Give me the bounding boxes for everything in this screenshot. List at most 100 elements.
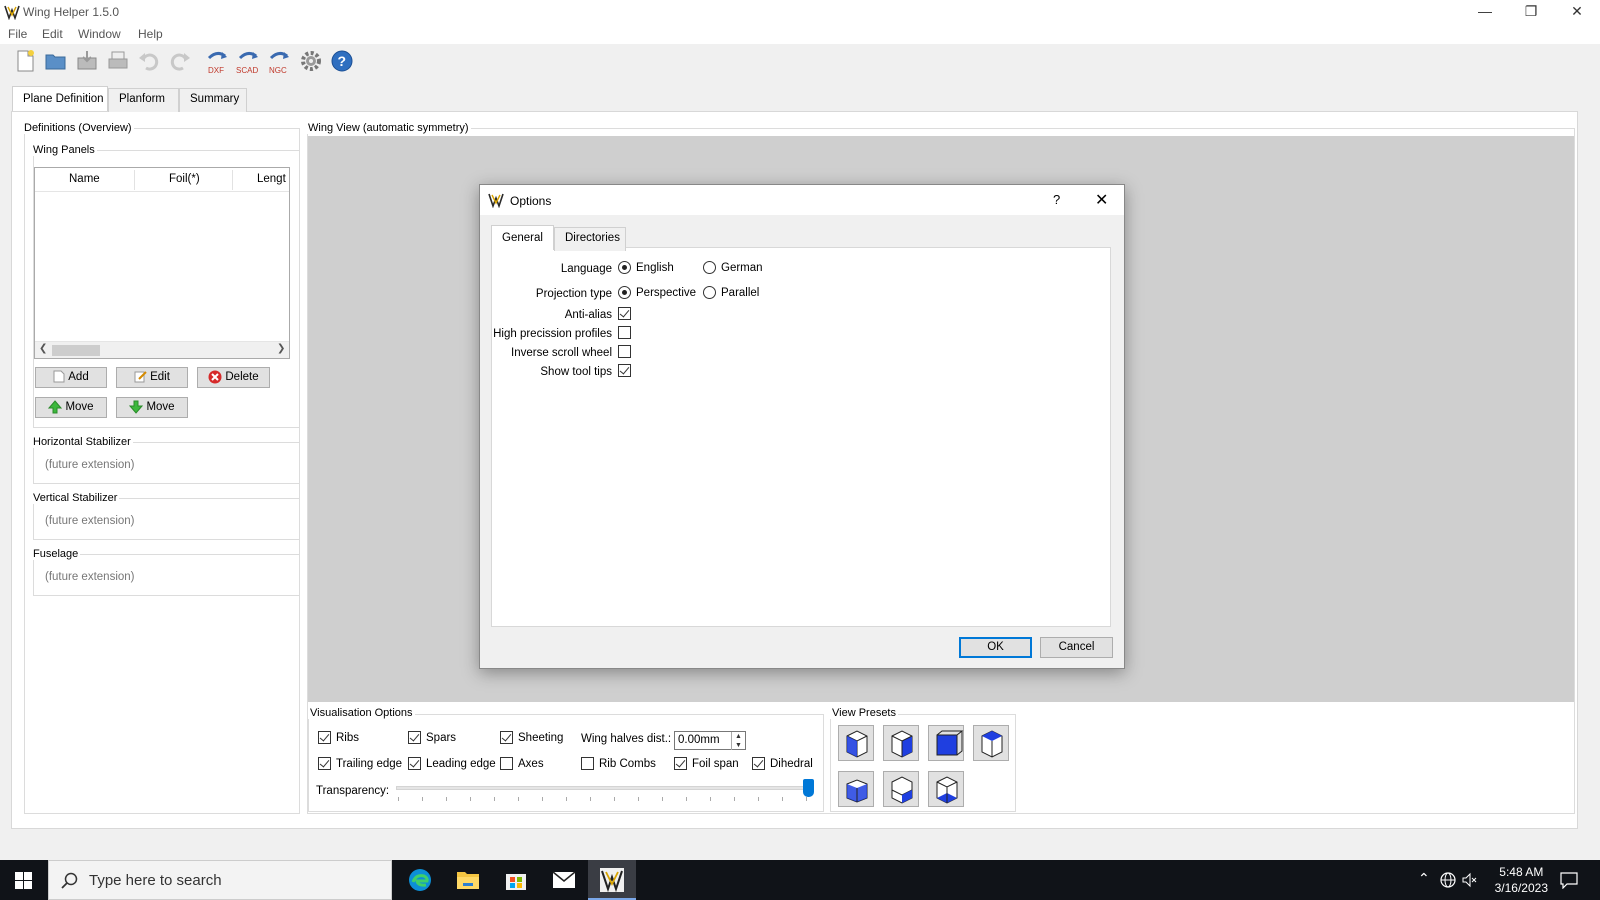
- view-preset-button-4[interactable]: [973, 725, 1009, 761]
- menu-file[interactable]: File: [8, 27, 27, 41]
- notifications-icon[interactable]: [1560, 872, 1578, 889]
- wing-halves-spinbox[interactable]: 0.00mm ▲ ▼: [674, 731, 746, 750]
- chevron-up-icon[interactable]: ⌃: [1418, 870, 1430, 887]
- cancel-button[interactable]: Cancel: [1040, 637, 1113, 658]
- mail-icon[interactable]: [540, 860, 588, 900]
- slider-tick: [566, 797, 567, 801]
- tab-plane-definition[interactable]: Plane Definition: [12, 86, 108, 111]
- print-icon[interactable]: [105, 48, 131, 74]
- delete-button[interactable]: Delete: [197, 367, 270, 388]
- scroll-thumb[interactable]: [52, 345, 100, 356]
- minimize-button[interactable]: —: [1462, 0, 1508, 24]
- options-close-button[interactable]: ✕: [1095, 190, 1108, 210]
- language-german-radio[interactable]: German: [703, 261, 763, 274]
- redo-icon[interactable]: [167, 48, 193, 74]
- taskbar-clock[interactable]: 5:48 AM 3/16/2023: [1495, 864, 1548, 896]
- trailing-edge-checkbox[interactable]: Trailing edge: [318, 757, 402, 770]
- rib-combs-check-box[interactable]: [581, 757, 594, 770]
- dihedral-checkbox[interactable]: Dihedral: [752, 757, 813, 770]
- scroll-right-icon[interactable]: ❯: [277, 343, 285, 354]
- spin-up-icon[interactable]: ▲: [731, 732, 745, 741]
- language-label: Language: [560, 263, 612, 275]
- export-scad-icon[interactable]: SCAD: [236, 48, 262, 74]
- anti-alias-checkbox[interactable]: [618, 307, 631, 320]
- help-icon[interactable]: ?: [329, 48, 355, 74]
- open-folder-icon[interactable]: [43, 48, 69, 74]
- scroll-left-icon[interactable]: ❮: [39, 343, 47, 354]
- menu-window[interactable]: Window: [78, 27, 121, 41]
- undo-icon[interactable]: [136, 48, 162, 74]
- projection-parallel-radio[interactable]: Parallel: [703, 286, 759, 299]
- ribs-check-box[interactable]: [318, 731, 331, 744]
- tab-planform[interactable]: Planform: [108, 88, 179, 112]
- spars-checkbox[interactable]: Spars: [408, 731, 456, 744]
- options-dialog-title: Options: [510, 194, 552, 208]
- column-length[interactable]: Lengt: [257, 173, 286, 185]
- settings-gear-icon[interactable]: [298, 48, 324, 74]
- store-icon[interactable]: [492, 860, 540, 900]
- axes-checkbox[interactable]: Axes: [500, 757, 544, 770]
- taskbar-search-box[interactable]: Type here to search: [48, 860, 392, 900]
- restore-button[interactable]: ❐: [1508, 0, 1554, 24]
- tab-general[interactable]: General: [491, 225, 554, 250]
- view-preset-button-3[interactable]: [928, 725, 964, 761]
- save-icon[interactable]: [74, 48, 100, 74]
- export-dxf-icon[interactable]: DXF: [205, 48, 231, 74]
- english-radio-button[interactable]: [618, 261, 631, 274]
- sheeting-check-box[interactable]: [500, 731, 513, 744]
- view-preset-button-2[interactable]: [883, 725, 919, 761]
- spin-down-icon[interactable]: ▼: [731, 741, 745, 750]
- foil-span-checkbox[interactable]: Foil span: [674, 757, 739, 770]
- leading-edge-check-box[interactable]: [408, 757, 421, 770]
- close-button[interactable]: ✕: [1554, 0, 1600, 24]
- windows-start-icon[interactable]: [15, 872, 32, 889]
- transparency-slider-handle[interactable]: [803, 779, 814, 797]
- menu-help[interactable]: Help: [138, 27, 163, 41]
- edge-icon[interactable]: [396, 860, 444, 900]
- move-down-button[interactable]: Move: [116, 397, 188, 418]
- volume-muted-icon[interactable]: [1462, 872, 1478, 888]
- add-button[interactable]: Add: [35, 367, 107, 388]
- spars-check-box[interactable]: [408, 731, 421, 744]
- horizontal-scrollbar[interactable]: ❮ ❯: [35, 341, 289, 358]
- high-precission-profiles-checkbox[interactable]: [618, 326, 631, 339]
- transparency-label: Transparency:: [316, 785, 390, 797]
- ok-button[interactable]: OK: [959, 637, 1032, 658]
- edit-button[interactable]: Edit: [116, 367, 188, 388]
- rib-combs-checkbox[interactable]: Rib Combs: [581, 757, 656, 770]
- language-english-radio[interactable]: English: [618, 261, 674, 274]
- projection-perspective-radio[interactable]: Perspective: [618, 286, 696, 299]
- file-explorer-icon[interactable]: [444, 860, 492, 900]
- inverse-scroll-wheel-checkbox[interactable]: [618, 345, 631, 358]
- new-file-icon[interactable]: [12, 48, 38, 74]
- view-preset-button-6[interactable]: [883, 771, 919, 807]
- view-preset-button-5[interactable]: [838, 771, 874, 807]
- view-preset-button-7[interactable]: [928, 771, 964, 807]
- dihedral-check-box[interactable]: [752, 757, 765, 770]
- transparency-slider[interactable]: [396, 786, 814, 790]
- column-foil[interactable]: Foil(*): [169, 173, 200, 185]
- perspective-radio-button[interactable]: [618, 286, 631, 299]
- column-name[interactable]: Name: [69, 173, 100, 185]
- network-globe-icon[interactable]: [1440, 872, 1456, 888]
- leading-edge-checkbox[interactable]: Leading edge: [408, 757, 496, 770]
- show-tool-tips-checkbox[interactable]: [618, 364, 631, 377]
- view-preset-button-1[interactable]: [838, 725, 874, 761]
- ribs-checkbox[interactable]: Ribs: [318, 731, 359, 744]
- foil-span-check-box[interactable]: [674, 757, 687, 770]
- context-help-button[interactable]: ?: [1053, 192, 1060, 207]
- window-title: Wing Helper 1.5.0: [23, 5, 120, 19]
- tab-directories[interactable]: Directories: [554, 227, 626, 251]
- tab-summary[interactable]: Summary: [179, 88, 247, 112]
- parallel-radio-button[interactable]: [703, 286, 716, 299]
- wing-helper-taskbar-icon[interactable]: [588, 860, 636, 900]
- menu-edit[interactable]: Edit: [42, 27, 63, 41]
- export-ngc-icon[interactable]: NGC: [267, 48, 293, 74]
- trailing-edge-check-box[interactable]: [318, 757, 331, 770]
- slider-tick: [758, 797, 759, 801]
- move-up-button[interactable]: Move: [35, 397, 107, 418]
- german-radio-button[interactable]: [703, 261, 716, 274]
- sheeting-checkbox[interactable]: Sheeting: [500, 731, 563, 744]
- wing-panels-list[interactable]: Name Foil(*) Lengt ❮ ❯: [34, 167, 290, 359]
- axes-check-box[interactable]: [500, 757, 513, 770]
